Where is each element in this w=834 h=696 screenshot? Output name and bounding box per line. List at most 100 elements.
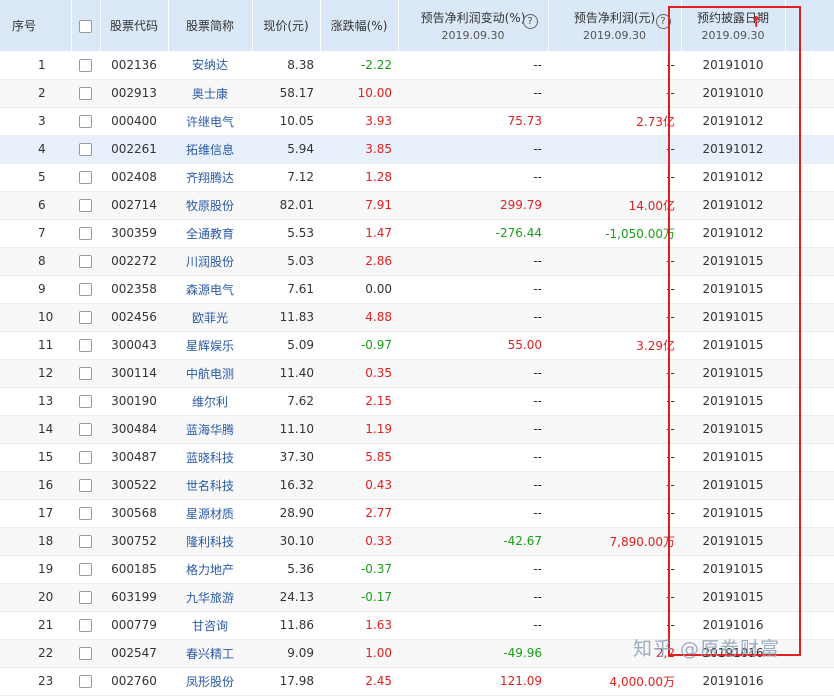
checkbox[interactable]: [79, 563, 92, 576]
row-stock-name[interactable]: 星源材质: [168, 499, 252, 528]
table-row[interactable]: 8 002272 川润股份 5.03 2.86 -- -- 20191015: [0, 247, 834, 276]
row-checkbox[interactable]: [71, 611, 100, 640]
row-stock-name[interactable]: 拓维信息: [168, 135, 252, 164]
table-row[interactable]: 17 300568 星源材质 28.90 2.77 -- -- 20191015: [0, 499, 834, 528]
row-checkbox[interactable]: [71, 499, 100, 528]
row-stock-name[interactable]: 维尔利: [168, 387, 252, 416]
checkbox[interactable]: [79, 423, 92, 436]
row-stock-name[interactable]: 隆利科技: [168, 527, 252, 556]
table-row[interactable]: 20 603199 九华旅游 24.13 -0.17 -- -- 20191015: [0, 583, 834, 612]
select-all-checkbox[interactable]: [79, 19, 92, 33]
checkbox[interactable]: [79, 395, 92, 408]
header-name[interactable]: 股票简称: [168, 0, 253, 51]
table-row[interactable]: 6 002714 牧原股份 82.01 7.91 299.79 14.00亿 20191012: [0, 191, 834, 220]
row-stock-name[interactable]: 九华旅游: [168, 583, 252, 612]
row-stock-name[interactable]: 全通教育: [168, 219, 252, 248]
table-row[interactable]: 3 000400 许继电气 10.05 3.93 75.73 2.73亿 20191012: [0, 107, 834, 136]
checkbox[interactable]: [79, 451, 92, 464]
table-row[interactable]: 23 002760 凤形股份 17.98 2.45 121.09 4,000.00万 2019…: [0, 667, 834, 696]
question-icon[interactable]: ?: [522, 14, 538, 29]
row-checkbox[interactable]: [71, 527, 100, 556]
row-stock-name[interactable]: 牧原股份: [168, 191, 252, 220]
table-row[interactable]: 16 300522 世名科技 16.32 0.43 -- -- 20191015: [0, 471, 834, 500]
row-checkbox[interactable]: [71, 359, 100, 388]
row-checkbox[interactable]: [71, 471, 100, 500]
table-row[interactable]: 15 300487 蓝晓科技 37.30 5.85 -- -- 20191015: [0, 443, 834, 472]
row-checkbox[interactable]: [71, 555, 100, 584]
row-checkbox[interactable]: [71, 639, 100, 668]
table-row[interactable]: 2 002913 奥士康 58.17 10.00 -- -- 20191010: [0, 79, 834, 108]
checkbox[interactable]: [79, 367, 92, 380]
checkbox[interactable]: [79, 535, 92, 548]
checkbox[interactable]: [79, 115, 92, 128]
row-checkbox[interactable]: [71, 331, 100, 360]
row-checkbox[interactable]: [71, 583, 100, 612]
table-row[interactable]: 14 300484 蓝海华腾 11.10 1.19 -- -- 20191015: [0, 415, 834, 444]
row-checkbox[interactable]: [71, 107, 100, 136]
header-select-all[interactable]: [71, 0, 101, 51]
checkbox[interactable]: [79, 199, 92, 212]
row-stock-name[interactable]: 中航电测: [168, 359, 252, 388]
checkbox[interactable]: [79, 311, 92, 324]
row-checkbox[interactable]: [71, 667, 100, 696]
checkbox[interactable]: [79, 591, 92, 604]
row-stock-name[interactable]: 世名科技: [168, 471, 252, 500]
checkbox[interactable]: [79, 647, 92, 660]
row-checkbox[interactable]: [71, 443, 100, 472]
checkbox[interactable]: [79, 87, 92, 100]
row-stock-name[interactable]: 蓝海华腾: [168, 415, 252, 444]
table-row[interactable]: 9 002358 森源电气 7.61 0.00 -- -- 20191015: [0, 275, 834, 304]
row-stock-name[interactable]: 许继电气: [168, 107, 252, 136]
table-row[interactable]: 18 300752 隆利科技 30.10 0.33 -42.67 7,890.00万 2019…: [0, 527, 834, 556]
checkbox[interactable]: [79, 143, 92, 156]
header-forecast-np[interactable]: 预告净利润(元) 2019.09.30 ?: [548, 0, 682, 51]
row-stock-name[interactable]: 奥士康: [168, 79, 252, 108]
row-stock-name[interactable]: 凤形股份: [168, 667, 252, 696]
row-stock-name[interactable]: 川润股份: [168, 247, 252, 276]
row-checkbox[interactable]: [71, 303, 100, 332]
row-checkbox[interactable]: [71, 247, 100, 276]
checkbox[interactable]: [79, 171, 92, 184]
table-row[interactable]: 4 002261 拓维信息 5.94 3.85 -- -- 20191012: [0, 135, 834, 164]
row-stock-name[interactable]: 安纳达: [168, 51, 252, 80]
header-forecast-pct[interactable]: 预告净利润变动(%) 2019.09.30 ?: [398, 0, 549, 51]
row-stock-name[interactable]: 森源电气: [168, 275, 252, 304]
table-row[interactable]: 12 300114 中航电测 11.40 0.35 -- -- 20191015: [0, 359, 834, 388]
table-row[interactable]: 1 002136 安纳达 8.38 -2.22 -- -- 20191010: [0, 51, 834, 80]
table-row[interactable]: 11 300043 星辉娱乐 5.09 -0.97 55.00 3.29亿 20191015: [0, 331, 834, 360]
row-checkbox[interactable]: [71, 163, 100, 192]
header-disclose-date[interactable]: 预约披露日期 2019.09.30 ↑: [681, 0, 786, 51]
row-stock-name[interactable]: 星辉娱乐: [168, 331, 252, 360]
row-checkbox[interactable]: [71, 79, 100, 108]
question-icon[interactable]: ?: [655, 14, 671, 29]
row-checkbox[interactable]: [71, 135, 100, 164]
checkbox[interactable]: [79, 283, 92, 296]
header-change[interactable]: 涨跌幅(%): [320, 0, 399, 51]
header-code[interactable]: 股票代码: [100, 0, 169, 51]
checkbox[interactable]: [79, 675, 92, 688]
row-stock-name[interactable]: 春兴精工: [168, 639, 252, 668]
checkbox[interactable]: [79, 507, 92, 520]
table-row[interactable]: 19 600185 格力地产 5.36 -0.37 -- -- 20191015: [0, 555, 834, 584]
row-stock-name[interactable]: 格力地产: [168, 555, 252, 584]
row-checkbox[interactable]: [71, 219, 100, 248]
table-row[interactable]: 5 002408 齐翔腾达 7.12 1.28 -- -- 20191012: [0, 163, 834, 192]
header-price[interactable]: 现价(元): [252, 0, 321, 51]
row-checkbox[interactable]: [71, 191, 100, 220]
table-row[interactable]: 10 002456 欧菲光 11.83 4.88 -- -- 20191015: [0, 303, 834, 332]
checkbox[interactable]: [79, 255, 92, 268]
arrow-up-icon[interactable]: ↑: [750, 13, 763, 31]
checkbox[interactable]: [79, 227, 92, 240]
row-stock-name[interactable]: 甘咨询: [168, 611, 252, 640]
row-checkbox[interactable]: [71, 275, 100, 304]
table-row[interactable]: 7 300359 全通教育 5.53 1.47 -276.44 -1,050.00万 2019…: [0, 219, 834, 248]
checkbox[interactable]: [79, 339, 92, 352]
table-row[interactable]: 13 300190 维尔利 7.62 2.15 -- -- 20191015: [0, 387, 834, 416]
row-stock-name[interactable]: 蓝晓科技: [168, 443, 252, 472]
row-stock-name[interactable]: 欧菲光: [168, 303, 252, 332]
checkbox[interactable]: [79, 479, 92, 492]
checkbox[interactable]: [79, 619, 92, 632]
row-checkbox[interactable]: [71, 415, 100, 444]
row-checkbox[interactable]: [71, 387, 100, 416]
header-seq[interactable]: 序号: [0, 0, 72, 51]
